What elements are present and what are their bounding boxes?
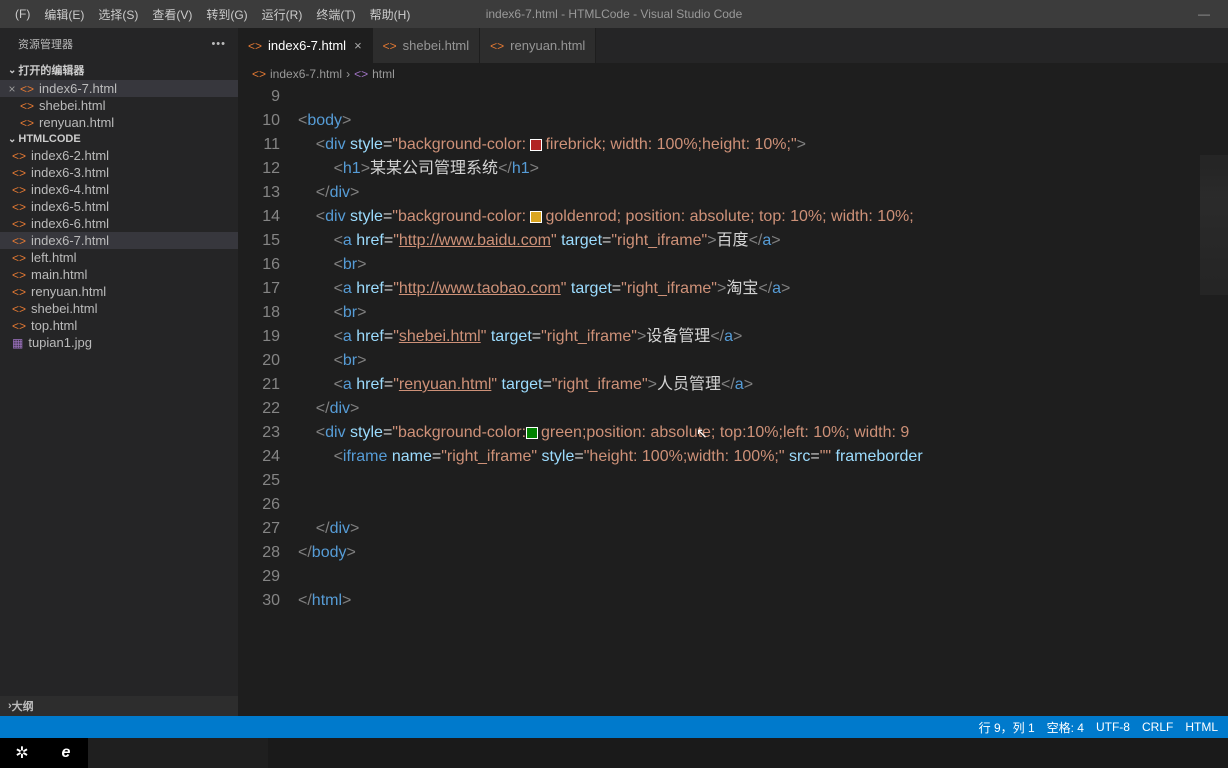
open-editor-item[interactable]: <>renyuan.html [0,114,238,131]
taskbar-running-app[interactable] [88,738,268,768]
statusbar: 行 9，列 1 空格: 4 UTF-8 CRLF HTML [0,716,1228,738]
menu-help[interactable]: 帮助(H) [363,6,418,23]
open-editor-item[interactable]: <>shebei.html [0,97,238,114]
code-editor[interactable]: 9101112131415161718192021222324252627282… [238,85,1228,716]
html-file-icon: <> [248,39,262,53]
file-tree-item[interactable]: <>index6-4.html [0,181,238,198]
html-file-icon: <> [12,217,26,231]
editor-tab[interactable]: <>index6-7.html× [238,28,373,63]
taskbar-ie-icon[interactable]: e [44,744,88,762]
file-tree-item[interactable]: <>shebei.html [0,300,238,317]
html-file-icon: <> [20,82,34,96]
html-file-icon: <> [12,234,26,248]
html-file-icon: <> [12,319,26,333]
explorer-more-icon[interactable]: ••• [211,38,226,50]
menu-file[interactable]: (F) [8,7,37,21]
breadcrumb[interactable]: <> index6-7.html › <> html [238,63,1228,85]
file-tree-item[interactable]: <>top.html [0,317,238,334]
menu-run[interactable]: 运行(R) [255,6,310,23]
html-file-icon: <> [12,285,26,299]
status-encoding[interactable]: UTF-8 [1096,720,1130,734]
menu-goto[interactable]: 转到(G) [199,6,254,23]
explorer-title: 资源管理器 [18,36,73,52]
close-icon[interactable]: × [354,38,362,53]
open-editor-item[interactable]: ×<>index6-7.html [0,80,238,97]
html-file-icon: <> [490,39,504,53]
html-file-icon: <> [12,302,26,316]
html-file-icon: <> [12,166,26,180]
taskbar-app-icon[interactable]: ✲ [0,743,44,763]
html-file-icon: <> [12,268,26,282]
file-tree-item[interactable]: <>main.html [0,266,238,283]
taskbar: ✲ e [0,738,1228,768]
editor-tabs: <>index6-7.html×<>shebei.html<>renyuan.h… [238,28,1228,63]
outline-section[interactable]: › 大纲 [0,696,238,716]
file-tree-item[interactable]: ▦tupian1.jpg [0,334,238,351]
file-tree-item[interactable]: <>left.html [0,249,238,266]
html-file-icon: <> [20,99,34,113]
menu-view[interactable]: 查看(V) [145,6,199,23]
html-file-icon: <> [20,116,34,130]
status-ln-col[interactable]: 行 9，列 1 [979,719,1035,736]
minimap[interactable] [1200,155,1228,295]
file-tree-item[interactable]: <>renyuan.html [0,283,238,300]
html-file-icon: <> [12,183,26,197]
explorer-sidebar: 资源管理器 ••• ⌄ 打开的编辑器 ×<>index6-7.html<>she… [0,28,238,716]
folder-section[interactable]: ⌄ HTMLCODE [0,131,238,147]
html-file-icon: <> [12,200,26,214]
menu-edit[interactable]: 编辑(E) [37,6,91,23]
menu-terminal[interactable]: 终端(T) [309,6,362,23]
status-spaces[interactable]: 空格: 4 [1047,719,1084,736]
editor-area: <>index6-7.html×<>shebei.html<>renyuan.h… [238,28,1228,716]
html-file-icon: <> [252,67,266,81]
html-file-icon: <> [383,39,397,53]
chevron-down-icon: ⌄ [8,134,16,145]
menubar: (F) 编辑(E) 选择(S) 查看(V) 转到(G) 运行(R) 终端(T) … [0,0,1228,28]
file-tree-item[interactable]: <>index6-7.html [0,232,238,249]
close-icon[interactable]: × [4,82,20,96]
editor-tab[interactable]: <>shebei.html [373,28,481,63]
status-lang[interactable]: HTML [1185,720,1218,734]
open-editors-section[interactable]: ⌄ 打开的编辑器 [0,60,238,80]
status-eol[interactable]: CRLF [1142,720,1173,734]
html-file-icon: <> [12,149,26,163]
chevron-down-icon: ⌄ [8,65,16,76]
file-tree-item[interactable]: <>index6-2.html [0,147,238,164]
file-tree-item[interactable]: <>index6-5.html [0,198,238,215]
img-file-icon: ▦ [12,336,23,350]
html-file-icon: <> [12,251,26,265]
chevron-right-icon: › [346,67,350,81]
window-title: index6-7.html - HTMLCode - Visual Studio… [486,7,743,21]
file-tree-item[interactable]: <>index6-6.html [0,215,238,232]
minimize-icon[interactable]: — [1198,7,1210,21]
editor-tab[interactable]: <>renyuan.html [480,28,596,63]
menu-select[interactable]: 选择(S) [91,6,145,23]
file-tree-item[interactable]: <>index6-3.html [0,164,238,181]
symbol-icon: <> [354,67,368,81]
